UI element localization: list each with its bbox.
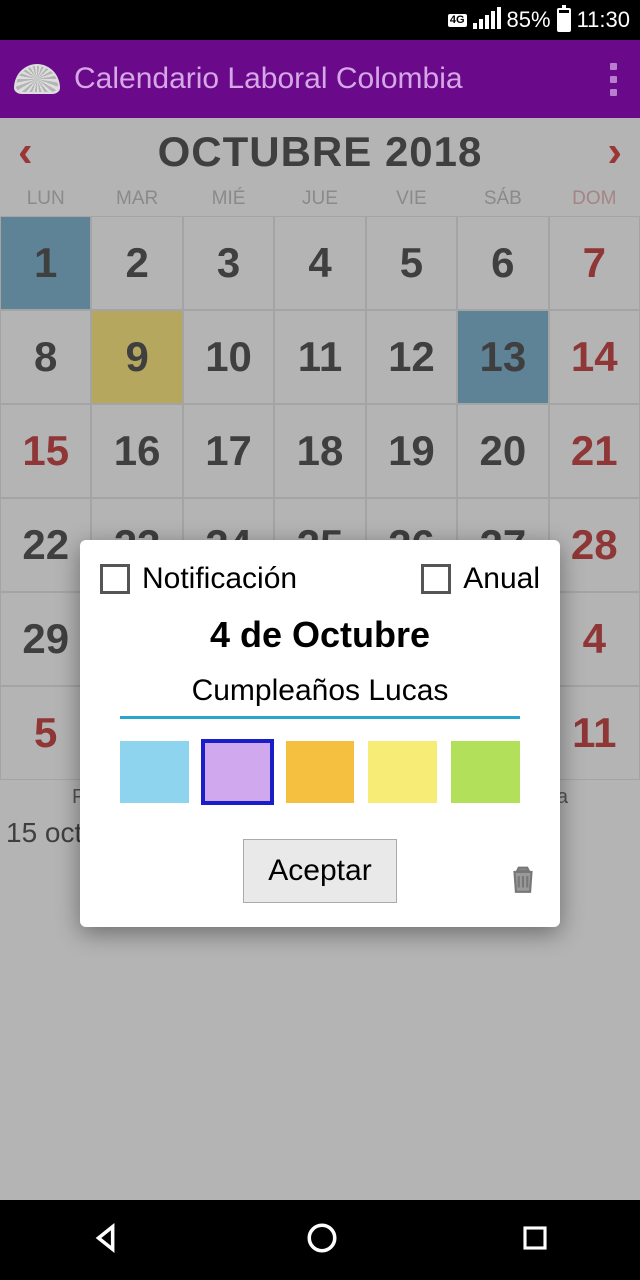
recent-apps-button[interactable]: [520, 1223, 550, 1258]
network-4g-icon: 4G: [448, 14, 467, 27]
app-title: Calendario Laboral Colombia: [74, 62, 586, 96]
accept-button[interactable]: Aceptar: [243, 839, 396, 903]
event-title-input[interactable]: [120, 668, 520, 719]
color-swatch-4[interactable]: [368, 741, 437, 803]
dialog-date: 4 de Octubre: [100, 614, 540, 656]
back-button[interactable]: [90, 1221, 124, 1260]
home-button[interactable]: [305, 1221, 339, 1260]
status-bar: 4G 85% 11:30: [0, 0, 640, 40]
color-swatch-3[interactable]: [286, 741, 355, 803]
color-swatches: [100, 719, 540, 813]
main: ‹ OCTUBRE 2018 › LUN MAR MIÉ JUE VIE SÁB…: [0, 118, 640, 1200]
color-swatch-2[interactable]: [203, 741, 272, 803]
system-nav-bar: [0, 1200, 640, 1280]
app-bar: Calendario Laboral Colombia: [0, 40, 640, 118]
color-swatch-5[interactable]: [451, 741, 520, 803]
checkbox-icon: [421, 564, 451, 594]
signal-icon: [473, 11, 501, 29]
app-logo-icon: [14, 64, 60, 94]
event-dialog: Notificación Anual 4 de Octubre Aceptar: [80, 540, 560, 927]
battery-icon: [557, 8, 571, 32]
checkbox-icon: [100, 564, 130, 594]
annual-checkbox[interactable]: Anual: [421, 562, 540, 596]
color-swatch-1[interactable]: [120, 741, 189, 803]
delete-icon[interactable]: [506, 859, 540, 899]
battery-percent: 85%: [507, 7, 551, 33]
overflow-menu-icon[interactable]: [600, 63, 626, 96]
notification-checkbox[interactable]: Notificación: [100, 562, 297, 596]
clock: 11:30: [577, 7, 630, 33]
